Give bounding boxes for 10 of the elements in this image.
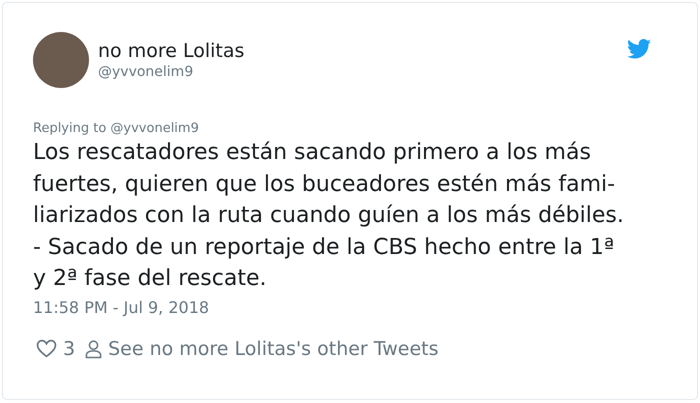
timestamp-link[interactable]: 11:58 PM - Jul 9, 2018 [33,298,210,318]
replying-to-text: Replying to @yvvonelim9 [33,121,199,137]
person-icon[interactable] [85,338,102,358]
other-tweets-link[interactable]: See no more Lolitas's other Tweets [108,336,439,360]
bird-icon[interactable] [627,39,651,59]
heart-icon[interactable] [36,339,57,358]
author-handle[interactable]: @yvvonelim9 [98,62,627,82]
author-name[interactable]: no more Lolitas [98,38,627,62]
like-count[interactable]: 3 [63,336,76,360]
tweet-text: Los rescatadores están sacando primero a los más fuertes, quieren que los buceadores estén más fami- liarizados con la ruta cuando guíen a los más débiles. - Sacado de un reportaje de la CBS hecho entre la 1ª y 2ª fase del rescate. [33,139,624,293]
